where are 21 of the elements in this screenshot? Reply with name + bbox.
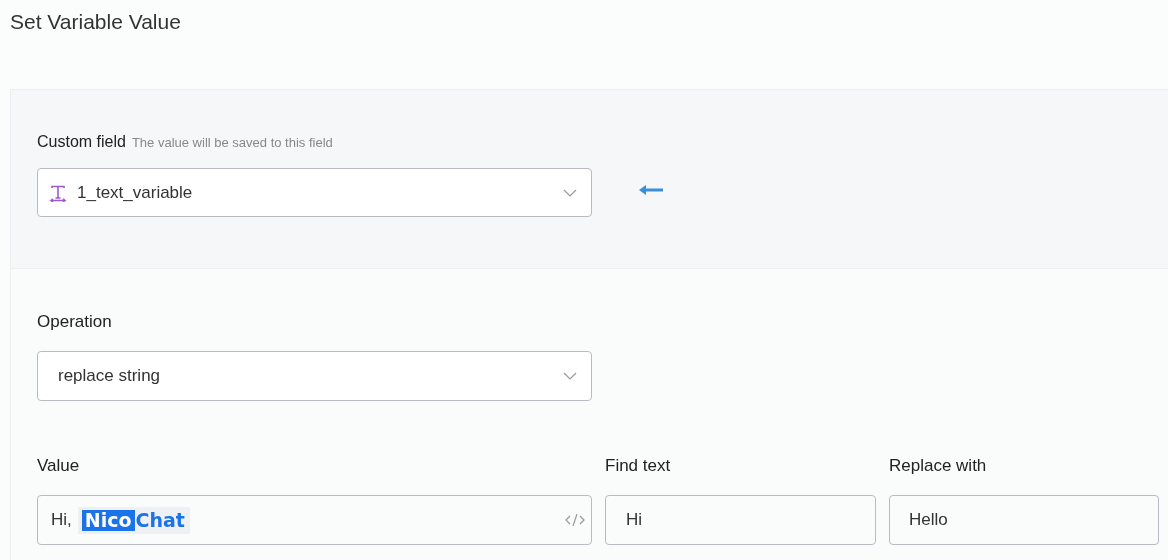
- chevron-down-icon: [563, 188, 577, 197]
- custom-field-dropdown[interactable]: 1_text_variable: [37, 168, 592, 217]
- variable-chip: Nico Chat: [77, 506, 190, 534]
- dropdown-value: replace string: [58, 365, 161, 388]
- field-hint: The value will be saved to this field: [131, 134, 333, 152]
- replace-with-input[interactable]: Hello: [889, 495, 1159, 545]
- value-text: Hi,: [51, 509, 72, 532]
- field-label: Value: [37, 455, 81, 475]
- find-text-input[interactable]: Hi: [605, 495, 876, 545]
- value-input[interactable]: Hi, Nico Chat: [37, 495, 592, 545]
- field-label: Operation: [37, 311, 113, 331]
- arrow-left-icon: [639, 184, 663, 195]
- code-icon[interactable]: [565, 513, 585, 527]
- field-label: Replace with: [889, 455, 988, 475]
- dropdown-value: 1_text_variable: [77, 181, 193, 204]
- text-type-icon: [49, 183, 67, 202]
- page-title: Set Variable Value: [10, 9, 182, 35]
- field-label: Custom field: [37, 132, 126, 152]
- operation-dropdown[interactable]: replace string: [37, 351, 592, 401]
- chevron-down-icon: [563, 372, 577, 380]
- field-label: Find text: [605, 455, 672, 475]
